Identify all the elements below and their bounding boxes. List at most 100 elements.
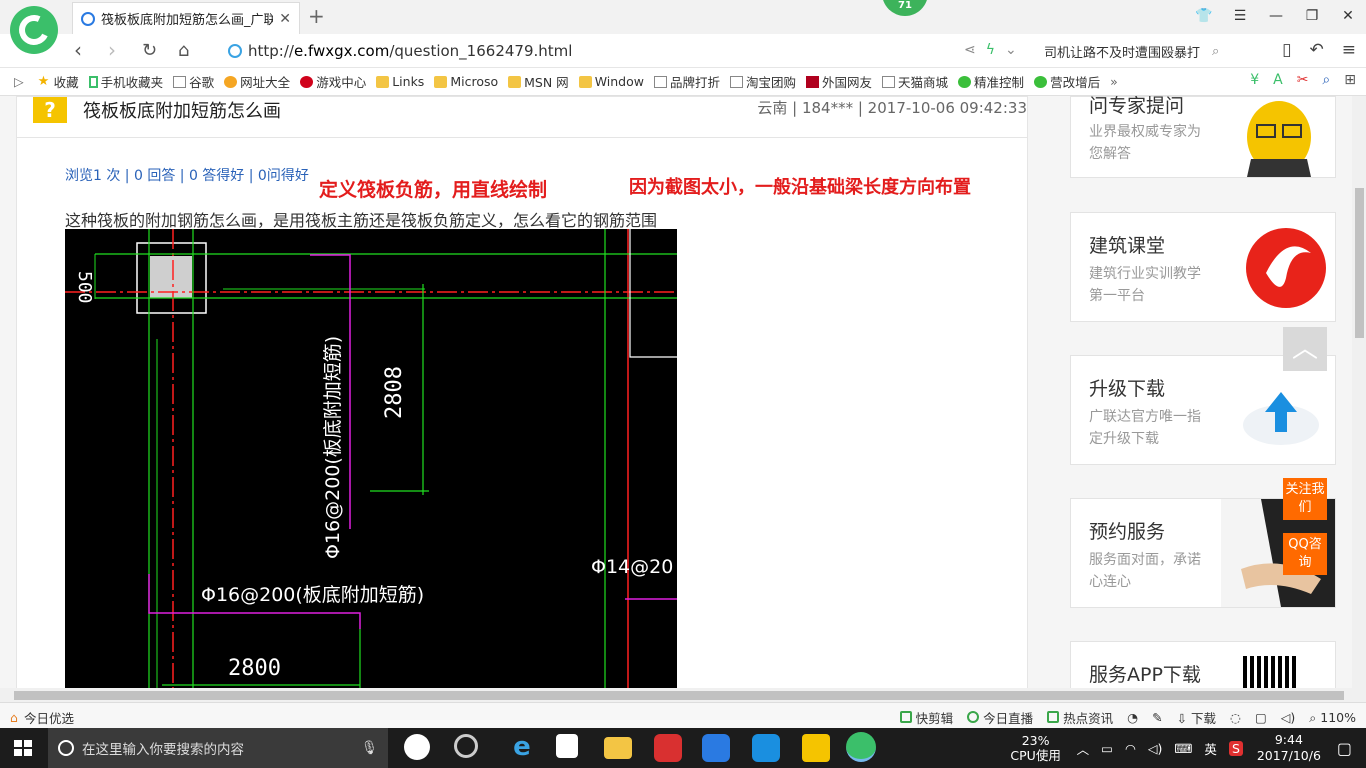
tools-icon[interactable]: ✎ <box>1152 710 1162 725</box>
refresh-button[interactable]: ↻ <box>142 40 157 61</box>
download-item[interactable]: ⇩ 下载 <box>1177 708 1216 727</box>
bookmark-item[interactable]: ★ 收藏 <box>38 72 79 91</box>
scroll-thumb[interactable] <box>1355 188 1364 338</box>
tab-close-icon[interactable]: ✕ <box>279 11 291 27</box>
bookmark-item[interactable]: 淘宝团购 <box>730 72 796 91</box>
bookmark-item[interactable]: Microso <box>434 74 498 89</box>
follow-us-button[interactable]: 关注我们 <box>1283 478 1327 520</box>
search-box[interactable]: 司机让路不及时遭围殴暴打 ⌕ <box>1044 37 1236 65</box>
bookmark-item[interactable]: 营改增后 <box>1034 72 1100 91</box>
scroll-thumb[interactable] <box>14 691 1344 700</box>
sogou-ime-icon[interactable]: S <box>1228 740 1243 756</box>
skin-icon[interactable]: 👕 <box>1186 0 1222 32</box>
vertical-scrollbar[interactable] <box>1352 96 1366 688</box>
bookmark-item[interactable]: 谷歌 <box>173 72 214 91</box>
browser-logo-icon[interactable] <box>10 6 58 54</box>
app-icon-fan[interactable] <box>404 734 430 760</box>
action-center-icon[interactable]: ▢ <box>1337 739 1352 758</box>
sidecard-ask-expert[interactable]: 问专家提问 业界最权威专家为您解答 <box>1070 95 1336 178</box>
back-to-top-button[interactable]: ︿ <box>1283 327 1327 371</box>
status-item[interactable]: 热点资讯 <box>1047 708 1113 727</box>
bookmark-item[interactable]: 精准控制 <box>958 72 1024 91</box>
bookmark-item[interactable]: Links <box>376 74 424 89</box>
undo-icon[interactable]: ↶ <box>1310 40 1324 60</box>
speed-icon[interactable]: ◔ <box>1127 710 1138 725</box>
bookmark-item[interactable]: 网址大全 <box>224 72 290 91</box>
tab-active[interactable]: 筏板板底附加短筋怎么画_广联达 ✕ <box>72 2 300 34</box>
wallet-icon[interactable]: ¥ <box>1250 72 1259 88</box>
taskbar-search[interactable]: 在这里输入你要搜索的内容 🎙 <box>48 728 388 768</box>
share-icon[interactable]: ⋖ <box>964 42 976 58</box>
tray-expand-icon[interactable]: ︿ <box>1077 739 1090 758</box>
bookmark-item[interactable]: 游戏中心 <box>300 72 366 91</box>
volume-icon[interactable]: ◁) <box>1148 741 1163 756</box>
wechat-icon <box>958 75 972 88</box>
horizontal-scrollbar[interactable] <box>0 688 1366 702</box>
edge-browser-icon[interactable]: e <box>508 734 536 762</box>
site-security-icon <box>228 44 242 58</box>
minimize-button[interactable]: — <box>1258 0 1294 32</box>
zoom-level[interactable]: ⌕ 110% <box>1309 710 1356 726</box>
sidebar-toggle-icon[interactable]: ▷ <box>14 74 24 89</box>
keyboard-icon[interactable]: ⌨ <box>1174 741 1192 756</box>
bookmark-label: Window <box>594 74 644 89</box>
notification-badge[interactable]: 71 <box>882 0 928 16</box>
cad-drawing-image[interactable]: 500 2808 2800 Φ16@200(板底附加短筋) Φ16@200(板底… <box>65 229 677 688</box>
ime-indicator[interactable]: 英 <box>1204 739 1217 758</box>
browser-taskbar-icon[interactable] <box>846 732 876 762</box>
qq-consult-label: QQ咨询 <box>1288 537 1322 570</box>
microphone-icon[interactable]: 🎙 <box>361 740 378 756</box>
search-icon[interactable]: ⌕ <box>1212 44 1219 59</box>
store-icon[interactable] <box>556 734 578 758</box>
screenshot-icon[interactable]: ✂ <box>1297 72 1309 88</box>
bookmark-item[interactable]: Window <box>578 74 644 89</box>
daily-picks-link[interactable]: 今日优选 <box>24 708 74 727</box>
wifi-icon[interactable]: ◠ <box>1125 741 1136 756</box>
bookmark-item[interactable]: 外国网友 <box>806 72 872 91</box>
close-window-button[interactable]: ✕ <box>1330 0 1366 32</box>
live-icon <box>967 711 980 723</box>
mute-icon[interactable]: ◁) <box>1281 710 1296 725</box>
speed-mode-icon[interactable]: ϟ <box>986 42 995 58</box>
bookmark-item[interactable]: MSN 网 <box>508 72 569 91</box>
glodon-app-icon[interactable] <box>654 734 682 762</box>
maximize-button[interactable]: ❐ <box>1294 0 1330 32</box>
mobile-icon[interactable]: ▯ <box>1282 40 1291 60</box>
find-icon[interactable]: ⌕ <box>1322 72 1330 88</box>
main-menu-icon[interactable]: ≡ <box>1342 40 1356 60</box>
windows-start-icon[interactable] <box>14 740 32 756</box>
file-explorer-icon[interactable] <box>604 737 632 759</box>
sidecard-upgrade-download[interactable]: 升级下载 广联达官方唯一指定升级下载 <box>1070 355 1336 465</box>
sidecard-title: 问专家提问 <box>1089 95 1185 117</box>
sidecard-building-class[interactable]: 建筑课堂 建筑行业实训教学第一平台 <box>1070 212 1336 322</box>
bookmark-item[interactable]: 手机收藏夹 <box>88 72 163 91</box>
status-item[interactable]: 快剪辑 <box>899 708 954 727</box>
clock[interactable]: 9:44 2017/10/6 <box>1249 732 1329 764</box>
notes-app-icon[interactable] <box>802 734 830 762</box>
clock-date: 2017/10/6 <box>1256 748 1321 763</box>
question-stats[interactable]: 浏览1 次 | 0 回答 | 0 答得好 | 0问得好 <box>65 165 309 185</box>
window-icon[interactable]: ▢ <box>1255 710 1267 725</box>
bookmark-item[interactable]: 天猫商城 <box>882 72 948 91</box>
glodon-g-icon[interactable] <box>702 734 730 762</box>
home-button[interactable]: ⌂ <box>178 40 189 61</box>
new-tab-button[interactable]: + <box>308 4 325 28</box>
menu-icon[interactable]: ☰ <box>1222 0 1258 32</box>
address-bar[interactable]: http://e.fwxgx.com/question_1662479.html <box>222 37 1034 65</box>
back-button[interactable]: ‹ <box>74 38 82 62</box>
more-bookmarks-icon[interactable]: » <box>1110 74 1118 89</box>
battery-icon[interactable]: ▭ <box>1101 741 1113 756</box>
plus-app-icon[interactable] <box>752 734 780 762</box>
translate-icon[interactable]: A <box>1273 72 1283 88</box>
qq-consult-button[interactable]: QQ咨询 <box>1283 533 1327 575</box>
address-dropdown-icon[interactable]: ⌄ <box>1005 42 1017 58</box>
status-item-label: 快剪辑 <box>915 711 954 726</box>
app-icon-spiral[interactable] <box>454 734 478 758</box>
cpu-usage[interactable]: 23% CPU使用 <box>1001 733 1071 763</box>
cleanup-icon[interactable]: ◌ <box>1230 710 1241 725</box>
status-item[interactable]: 今日直播 <box>967 708 1033 727</box>
tab-title: 筏板板底附加短筋怎么画_广联达 <box>101 13 274 28</box>
bookmark-item[interactable]: 品牌打折 <box>653 72 720 91</box>
grid-apps-icon[interactable]: ⊞ <box>1344 72 1356 88</box>
forward-button[interactable]: › <box>108 38 116 62</box>
